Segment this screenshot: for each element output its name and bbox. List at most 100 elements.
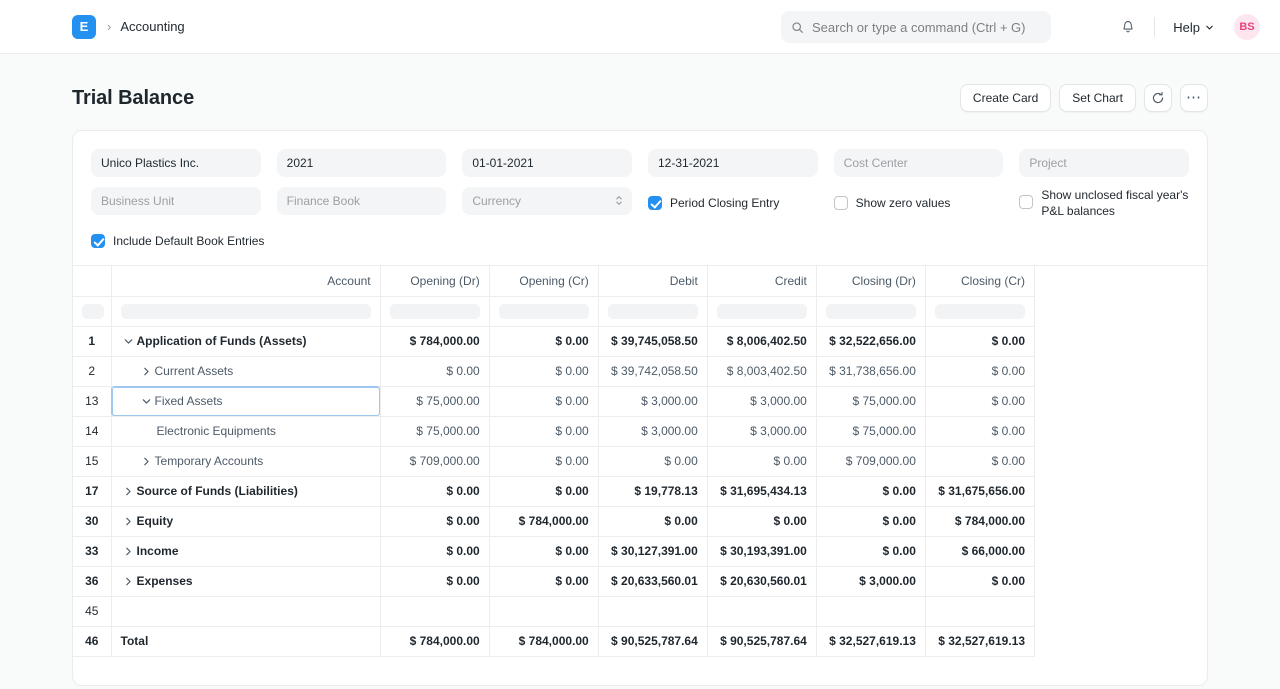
value-cell-closing-dr[interactable]: $ 32,522,656.00: [816, 326, 925, 356]
cost-center-field[interactable]: Cost Center: [834, 149, 1004, 177]
table-row[interactable]: 17Source of Funds (Liabilities)$ 0.00$ 0…: [73, 476, 1035, 506]
value-cell-opening-dr[interactable]: $ 75,000.00: [380, 416, 489, 446]
account-cell[interactable]: Temporary Accounts: [111, 446, 380, 476]
value-cell-opening-dr[interactable]: [380, 596, 489, 626]
chevron-right-icon[interactable]: [121, 486, 137, 497]
value-cell-opening-cr[interactable]: $ 0.00: [489, 386, 598, 416]
filter-cell-credit[interactable]: [707, 296, 816, 326]
table-row[interactable]: 14Electronic Equipments$ 75,000.00$ 0.00…: [73, 416, 1035, 446]
show-unclosed-pl-checkbox[interactable]: Show unclosed fiscal year's P&L balances: [1019, 187, 1189, 219]
business-unit-field[interactable]: Business Unit: [91, 187, 261, 215]
value-cell-credit[interactable]: $ 3,000.00: [707, 416, 816, 446]
value-cell-opening-cr[interactable]: $ 0.00: [489, 416, 598, 446]
chevron-right-icon[interactable]: [121, 546, 137, 557]
table-row[interactable]: 30Equity$ 0.00$ 784,000.00$ 0.00$ 0.00$ …: [73, 506, 1035, 536]
value-cell-closing-cr[interactable]: $ 784,000.00: [925, 506, 1034, 536]
value-cell-opening-cr[interactable]: $ 784,000.00: [489, 506, 598, 536]
column-header-opening-cr[interactable]: Opening (Cr): [489, 266, 598, 296]
value-cell-opening-cr[interactable]: $ 0.00: [489, 326, 598, 356]
account-cell[interactable]: Income: [111, 536, 380, 566]
filter-cell-opening-cr[interactable]: [489, 296, 598, 326]
column-header-closing-dr[interactable]: Closing (Dr): [816, 266, 925, 296]
value-cell-debit[interactable]: $ 30,127,391.00: [598, 536, 707, 566]
chevron-right-icon[interactable]: [139, 366, 155, 377]
value-cell-closing-cr[interactable]: $ 66,000.00: [925, 536, 1034, 566]
chevron-down-icon[interactable]: [121, 336, 137, 347]
refresh-button[interactable]: [1144, 84, 1172, 112]
table-row[interactable]: 33Income$ 0.00$ 0.00$ 30,127,391.00$ 30,…: [73, 536, 1035, 566]
currency-field[interactable]: Currency: [462, 187, 632, 215]
period-closing-entry-checkbox[interactable]: Period Closing Entry: [648, 195, 818, 211]
set-chart-button[interactable]: Set Chart: [1059, 84, 1136, 112]
value-cell-credit[interactable]: $ 3,000.00: [707, 386, 816, 416]
table-row[interactable]: 2Current Assets$ 0.00$ 0.00$ 39,742,058.…: [73, 356, 1035, 386]
project-field[interactable]: Project: [1019, 149, 1189, 177]
chevron-right-icon[interactable]: [121, 576, 137, 587]
company-field[interactable]: Unico Plastics Inc.: [91, 149, 261, 177]
global-search[interactable]: [781, 11, 1051, 43]
account-cell[interactable]: Current Assets: [111, 356, 380, 386]
value-cell-opening-cr[interactable]: $ 0.00: [489, 446, 598, 476]
value-cell-opening-dr[interactable]: $ 784,000.00: [380, 626, 489, 656]
value-cell-closing-dr[interactable]: $ 0.00: [816, 506, 925, 536]
value-cell-credit[interactable]: $ 8,003,402.50: [707, 356, 816, 386]
value-cell-opening-dr[interactable]: $ 709,000.00: [380, 446, 489, 476]
value-cell-closing-dr[interactable]: $ 3,000.00: [816, 566, 925, 596]
value-cell-closing-dr[interactable]: [816, 596, 925, 626]
column-filter-row[interactable]: [73, 296, 1035, 326]
notifications-button[interactable]: [1112, 11, 1144, 43]
value-cell-closing-cr[interactable]: $ 0.00: [925, 386, 1034, 416]
value-cell-closing-dr[interactable]: $ 0.00: [816, 476, 925, 506]
value-cell-opening-cr[interactable]: $ 0.00: [489, 476, 598, 506]
value-cell-debit[interactable]: $ 3,000.00: [598, 416, 707, 446]
fiscal-year-field[interactable]: 2021: [277, 149, 447, 177]
chevron-down-icon[interactable]: [139, 396, 155, 407]
breadcrumb-accounting-link[interactable]: Accounting: [120, 19, 184, 34]
value-cell-opening-dr[interactable]: $ 0.00: [380, 536, 489, 566]
value-cell-opening-dr[interactable]: $ 0.00: [380, 356, 489, 386]
value-cell-debit[interactable]: $ 39,745,058.50: [598, 326, 707, 356]
create-card-button[interactable]: Create Card: [960, 84, 1051, 112]
filter-cell-debit[interactable]: [598, 296, 707, 326]
to-date-field[interactable]: 12-31-2021: [648, 149, 818, 177]
value-cell-debit[interactable]: $ 19,778.13: [598, 476, 707, 506]
help-menu-button[interactable]: Help: [1165, 15, 1222, 40]
value-cell-closing-dr[interactable]: $ 32,527,619.13: [816, 626, 925, 656]
avatar[interactable]: BS: [1234, 14, 1260, 40]
from-date-field[interactable]: 01-01-2021: [462, 149, 632, 177]
value-cell-closing-dr[interactable]: $ 31,738,656.00: [816, 356, 925, 386]
value-cell-credit[interactable]: $ 0.00: [707, 446, 816, 476]
value-cell-closing-cr[interactable]: $ 31,675,656.00: [925, 476, 1034, 506]
table-row[interactable]: 45: [73, 596, 1035, 626]
account-cell[interactable]: Expenses: [111, 566, 380, 596]
value-cell-closing-dr[interactable]: $ 75,000.00: [816, 416, 925, 446]
finance-book-field[interactable]: Finance Book: [277, 187, 447, 215]
value-cell-credit[interactable]: $ 90,525,787.64: [707, 626, 816, 656]
table-row[interactable]: 1Application of Funds (Assets)$ 784,000.…: [73, 326, 1035, 356]
value-cell-credit[interactable]: $ 30,193,391.00: [707, 536, 816, 566]
value-cell-debit[interactable]: $ 0.00: [598, 506, 707, 536]
value-cell-debit[interactable]: $ 20,633,560.01: [598, 566, 707, 596]
value-cell-opening-dr[interactable]: $ 784,000.00: [380, 326, 489, 356]
table-row[interactable]: 36Expenses$ 0.00$ 0.00$ 20,633,560.01$ 2…: [73, 566, 1035, 596]
value-cell-opening-cr[interactable]: $ 0.00: [489, 566, 598, 596]
value-cell-closing-dr[interactable]: $ 75,000.00: [816, 386, 925, 416]
value-cell-closing-cr[interactable]: $ 0.00: [925, 566, 1034, 596]
show-zero-values-checkbox[interactable]: Show zero values: [834, 195, 1004, 211]
account-cell[interactable]: [111, 596, 380, 626]
value-cell-closing-cr[interactable]: $ 32,527,619.13: [925, 626, 1034, 656]
value-cell-opening-cr[interactable]: [489, 596, 598, 626]
value-cell-debit[interactable]: [598, 596, 707, 626]
value-cell-opening-cr[interactable]: $ 784,000.00: [489, 626, 598, 656]
value-cell-opening-dr[interactable]: $ 0.00: [380, 476, 489, 506]
value-cell-closing-cr[interactable]: [925, 596, 1034, 626]
account-cell[interactable]: Source of Funds (Liabilities): [111, 476, 380, 506]
value-cell-debit[interactable]: $ 90,525,787.64: [598, 626, 707, 656]
column-header-opening-dr[interactable]: Opening (Dr): [380, 266, 489, 296]
filter-cell-opening-dr[interactable]: [380, 296, 489, 326]
value-cell-opening-cr[interactable]: $ 0.00: [489, 536, 598, 566]
value-cell-closing-cr[interactable]: $ 0.00: [925, 416, 1034, 446]
value-cell-credit[interactable]: $ 31,695,434.13: [707, 476, 816, 506]
filter-cell-account[interactable]: [111, 296, 380, 326]
value-cell-closing-cr[interactable]: $ 0.00: [925, 446, 1034, 476]
